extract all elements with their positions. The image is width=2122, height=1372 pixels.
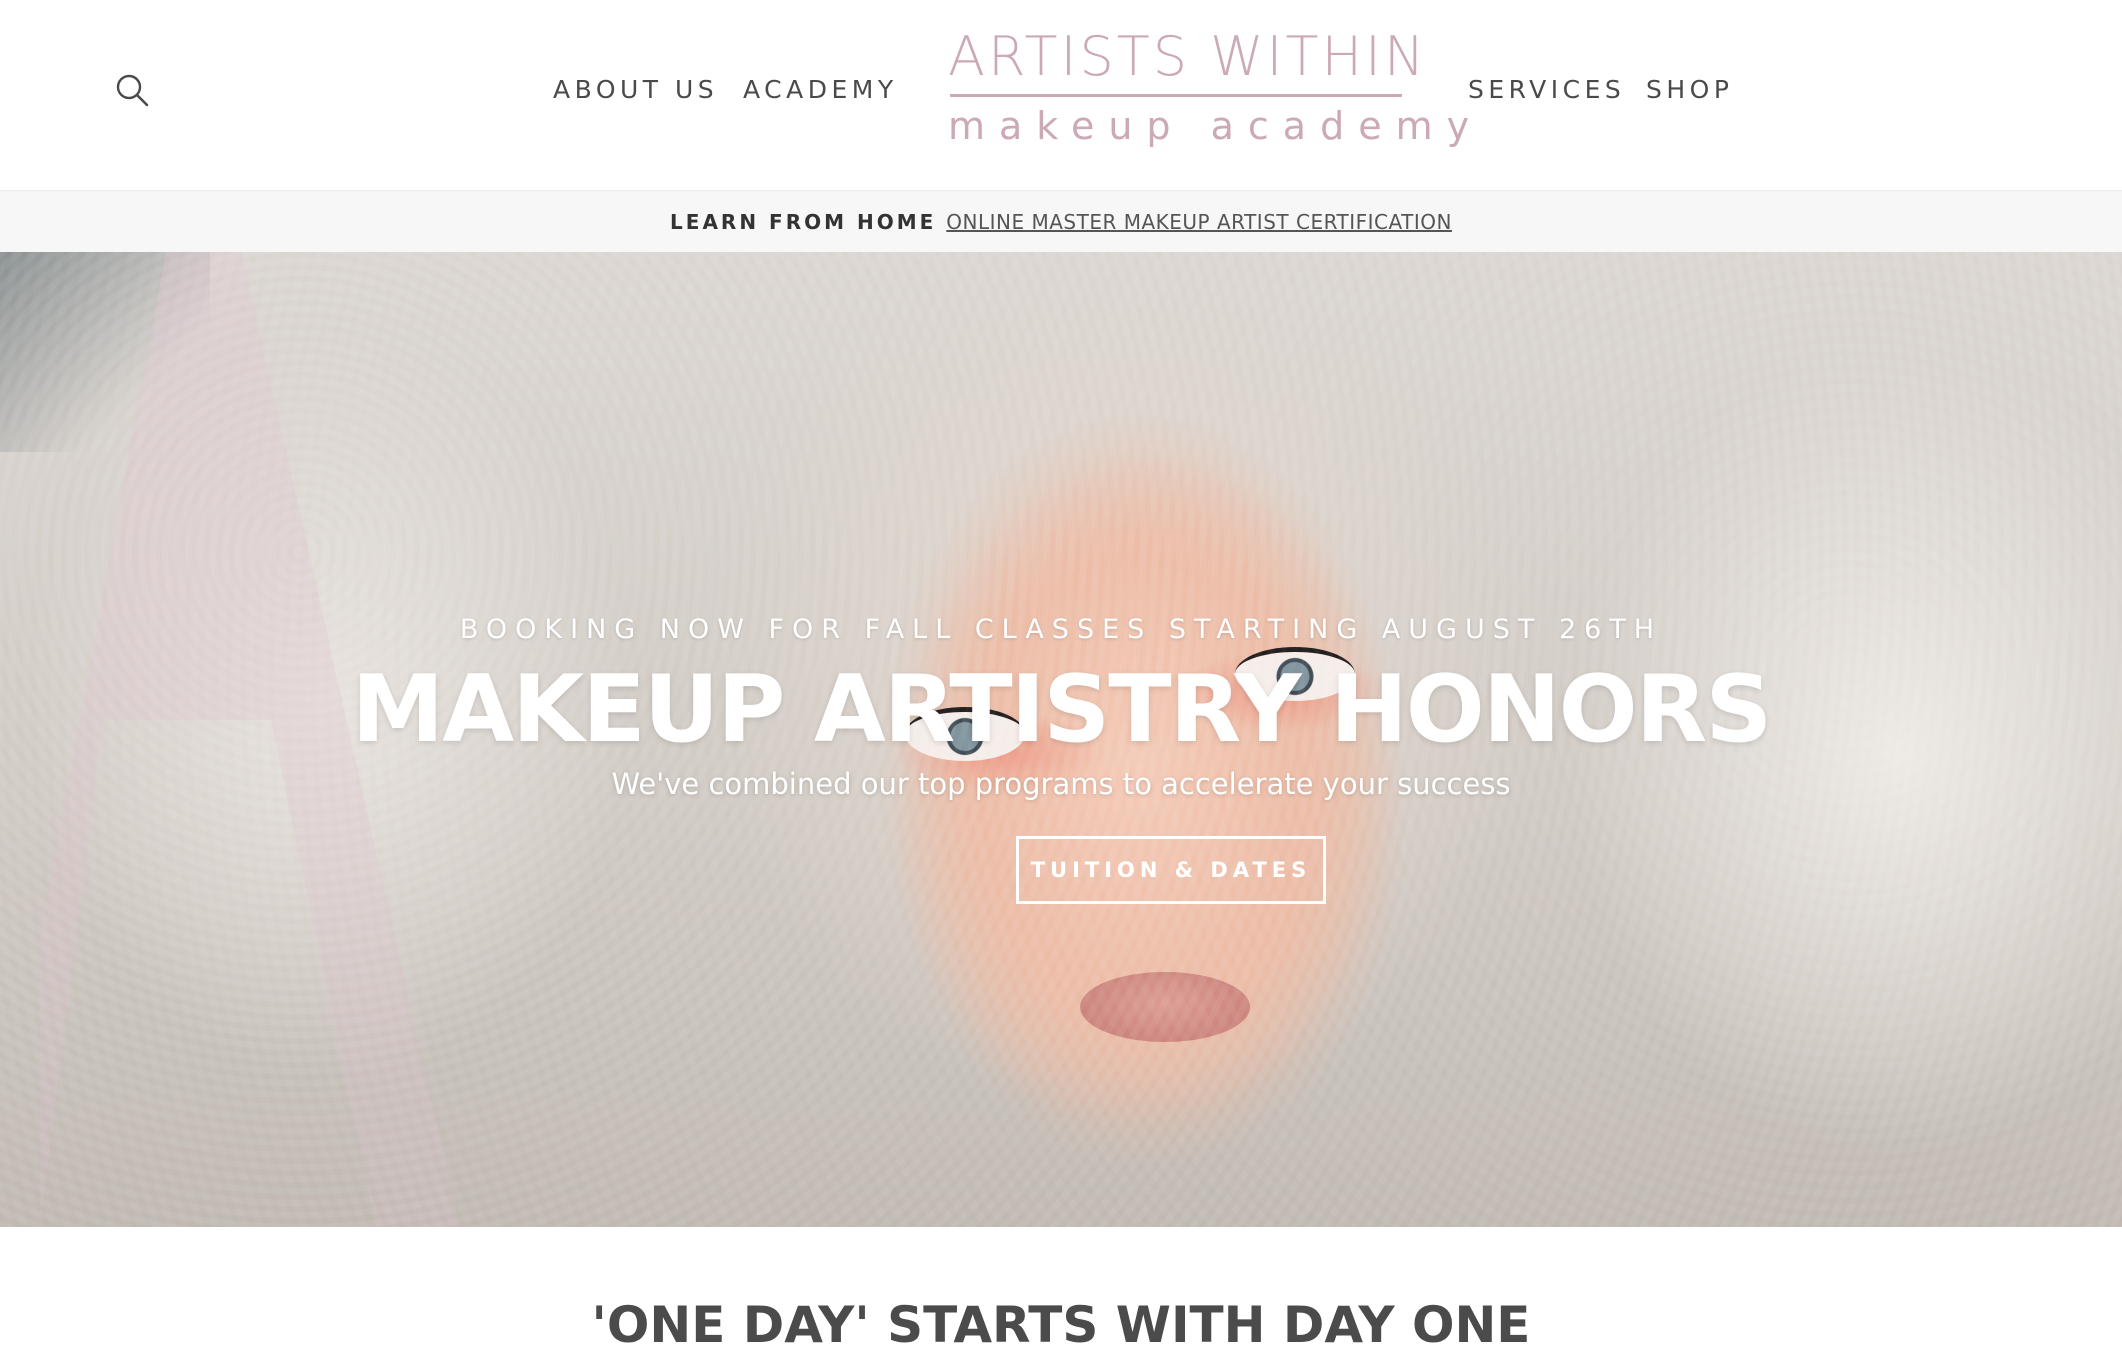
announcement-lead: LEARN FROM HOME	[670, 209, 937, 234]
tuition-dates-button[interactable]: TUITION & DATES	[1016, 836, 1326, 904]
tuition-dates-button-label: TUITION & DATES	[1030, 858, 1312, 882]
hero-kicker: BOOKING NOW FOR FALL CLASSES STARTING AU…	[459, 614, 1663, 645]
announcement-bar: LEARN FROM HOME ONLINE MASTER MAKEUP ART…	[0, 190, 2122, 252]
search-button[interactable]	[112, 70, 152, 110]
nav-services[interactable]: SERVICES	[1468, 72, 1625, 108]
hero-title: MAKEUP ARTISTRY HONORS	[351, 655, 1773, 763]
site-logo[interactable]: ARTISTS WITHIN makeup academy	[948, 24, 1484, 150]
nav-shop[interactable]: SHOP	[1646, 72, 1733, 108]
section-heading: 'ONE DAY' STARTS WITH DAY ONE	[591, 1296, 1531, 1354]
logo-wordmark: ARTISTS WITHIN	[948, 25, 1428, 88]
announcement-link[interactable]: ONLINE MASTER MAKEUP ARTIST CERTIFICATIO…	[946, 210, 1452, 234]
logo-tagline: makeup academy	[948, 104, 1484, 148]
site-header: ABOUT US ACADEMY ARTISTS WITHIN makeup a…	[0, 0, 2122, 190]
search-icon	[116, 74, 149, 107]
nav-about-us[interactable]: ABOUT US	[553, 72, 718, 108]
hero-subtitle: We've combined our top programs to accel…	[611, 767, 1511, 801]
logo-divider	[950, 94, 1402, 97]
nav-academy[interactable]: ACADEMY	[743, 72, 898, 108]
